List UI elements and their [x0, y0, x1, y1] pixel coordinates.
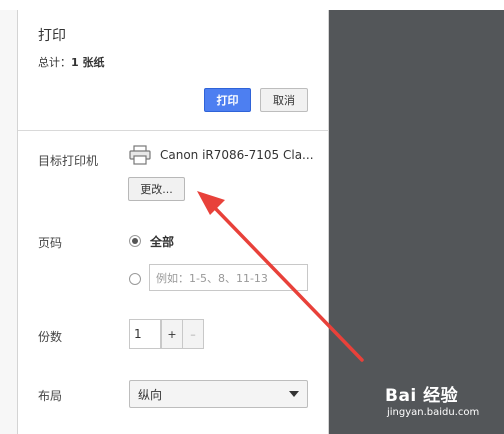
- chevron-down-icon: [289, 391, 299, 397]
- print-preview-area: [329, 10, 504, 434]
- summary-value: 1 张纸: [71, 56, 105, 69]
- print-settings-panel: 打印 总计：1 张纸 打印 取消 目标打印机 Canon iR7086-7105…: [17, 10, 329, 434]
- layout-selected-value: 纵向: [138, 387, 163, 402]
- print-button[interactable]: 打印: [204, 88, 251, 112]
- copies-input[interactable]: 1: [129, 319, 161, 349]
- sheet-summary: 总计：1 张纸: [38, 54, 104, 70]
- copies-decrement-button[interactable]: –: [182, 319, 204, 349]
- pages-all-radio[interactable]: [129, 235, 141, 247]
- section-divider: [18, 130, 329, 131]
- top-strip: [0, 0, 504, 10]
- copies-label: 份数: [38, 330, 63, 344]
- change-printer-button[interactable]: 更改...: [128, 177, 185, 201]
- dialog-title: 打印: [38, 28, 66, 44]
- watermark-url: jingyan.baidu.com: [387, 407, 480, 418]
- printer-name: Canon iR7086-7105 Cla...: [160, 148, 314, 162]
- pages-custom-radio[interactable]: [129, 273, 141, 285]
- destination-label: 目标打印机: [38, 154, 99, 168]
- copies-increment-button[interactable]: +: [161, 319, 183, 349]
- pages-label: 页码: [38, 236, 63, 250]
- summary-prefix: 总计：: [38, 56, 71, 69]
- baidu-jingyan-watermark: Bai 经验 jingyan.baidu.com: [385, 381, 497, 425]
- layout-label: 布局: [38, 389, 63, 403]
- watermark-brand: Bai 经验: [385, 386, 459, 406]
- printer-icon: [129, 145, 151, 165]
- pages-all-label: 全部: [150, 235, 175, 249]
- cancel-button[interactable]: 取消: [260, 88, 308, 112]
- pages-custom-input[interactable]: 例如：1-5、8、11-13: [149, 264, 308, 291]
- layout-select[interactable]: 纵向: [129, 380, 308, 408]
